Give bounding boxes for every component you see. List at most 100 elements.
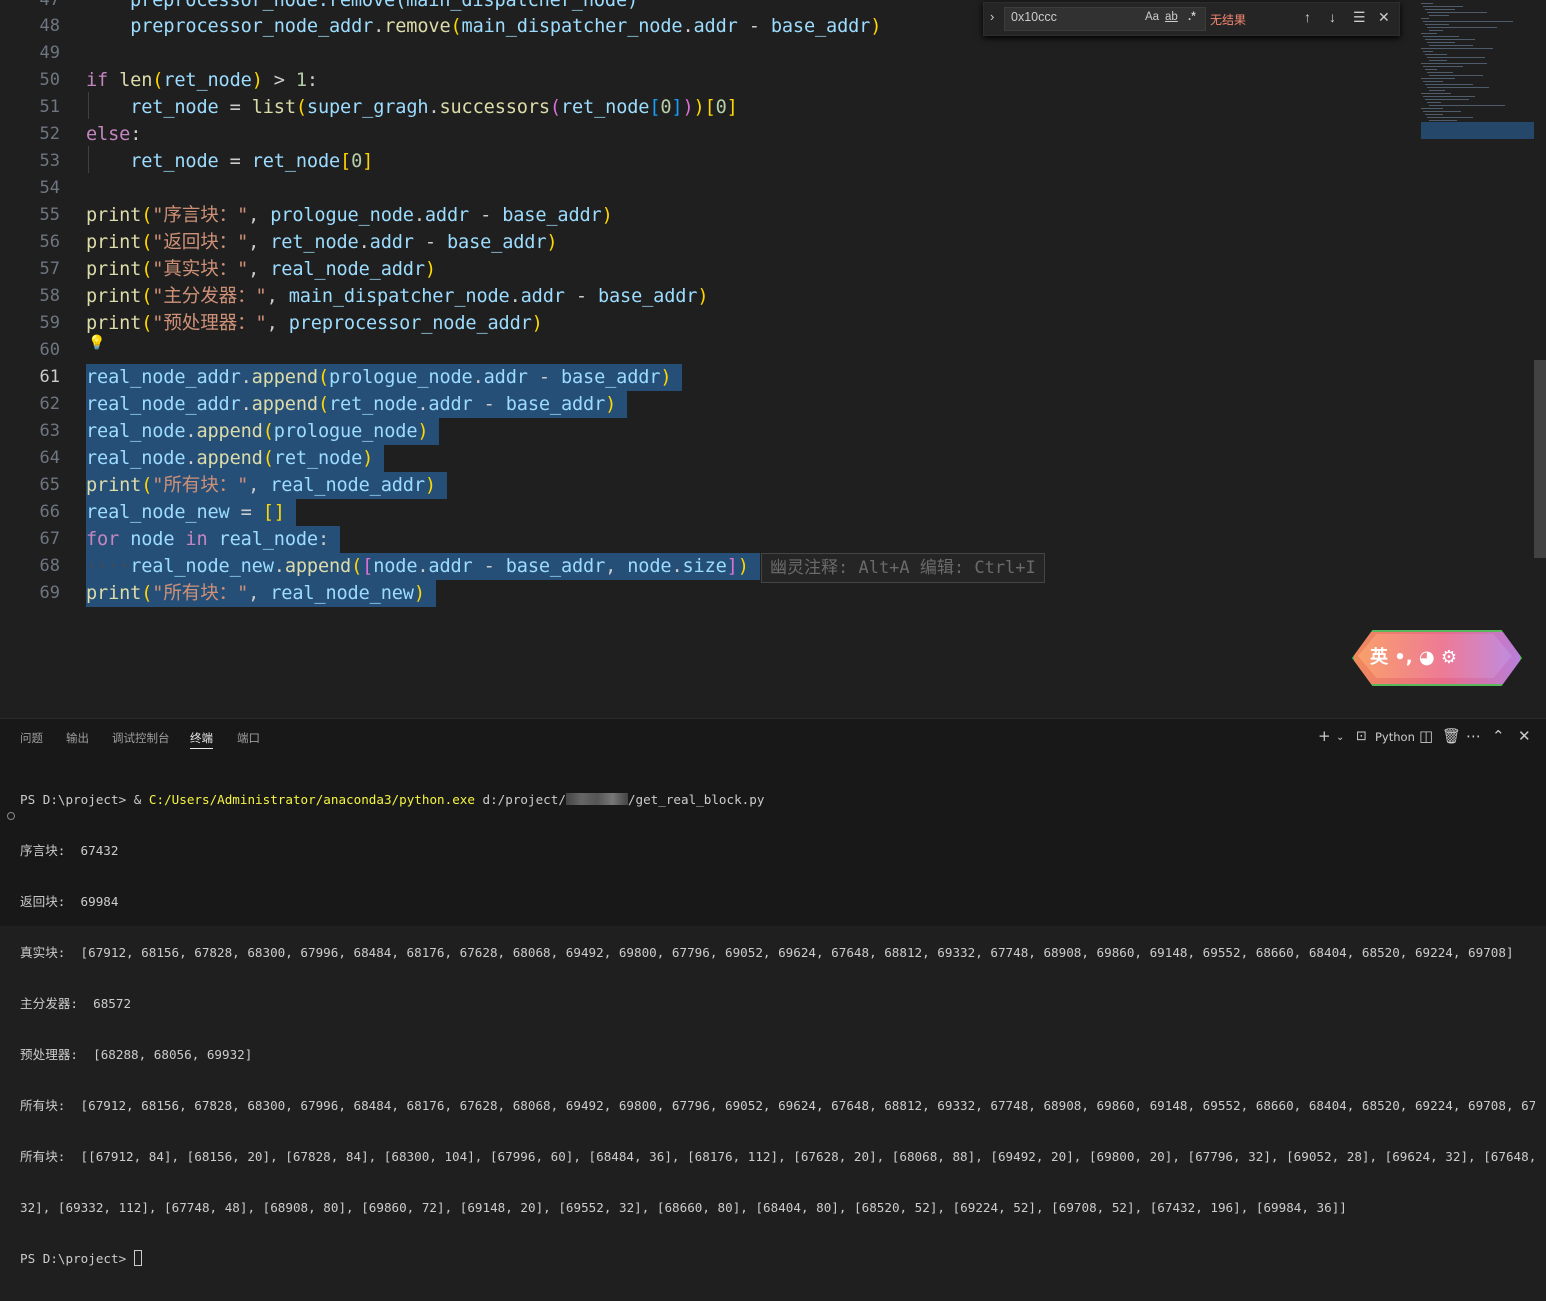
close-icon[interactable]: ✕: [1378, 9, 1390, 26]
match-case-icon[interactable]: Aa: [1145, 11, 1159, 23]
maximize-panel-icon[interactable]: ⌃: [1492, 727, 1505, 745]
code-token: base_addr: [502, 205, 602, 226]
tab-terminal[interactable]: 终端: [190, 730, 213, 749]
selection-padding: [671, 367, 682, 388]
minimap-line: [1423, 66, 1463, 67]
code-token: :: [317, 529, 330, 550]
code-token: .: [185, 448, 197, 469]
code-token: (: [141, 259, 153, 280]
tab-problems[interactable]: 问题: [20, 730, 43, 746]
code-line-69[interactable]: 69 print("所有块：", real_node_new): [0, 580, 1420, 607]
line-number: 60: [39, 340, 60, 360]
vertical-scrollbar[interactable]: [1534, 360, 1546, 558]
more-icon[interactable]: ⋯: [1466, 727, 1481, 745]
code-token: (: [317, 394, 329, 415]
code-line-56[interactable]: 56 print("返回块：", ret_node.addr - base_add…: [0, 229, 1420, 256]
code-token: -: [413, 232, 447, 253]
code-token: ret_node: [273, 448, 363, 469]
code-token: addr: [520, 286, 565, 307]
minimap-slider[interactable]: [1421, 122, 1534, 139]
code-token: else: [86, 124, 131, 145]
code-token: -: [469, 205, 503, 226]
code-token: list: [251, 97, 296, 118]
split-terminal-icon[interactable]: ◫: [1419, 727, 1433, 745]
minimap-line: [1429, 105, 1505, 106]
find-status: 无结果: [1210, 13, 1247, 27]
arrow-down-icon[interactable]: ↓: [1329, 9, 1336, 25]
code-token: "所有块：": [152, 475, 249, 496]
ime-widget-label: 英 •, ◕ ⚙: [1370, 647, 1457, 668]
terminal-output[interactable]: PS D:\project> & C:/Users/Administrator/…: [20, 757, 1535, 1301]
blurred-text: [565, 793, 628, 805]
find-input[interactable]: [1011, 10, 1136, 24]
trash-icon[interactable]: 🗑: [1442, 727, 1461, 745]
code-token: ret_node: [329, 394, 418, 415]
code-token: preprocessor_node_addr: [130, 16, 374, 37]
close-panel-icon[interactable]: ✕: [1518, 727, 1531, 745]
lightbulb-icon[interactable]: 💡: [88, 335, 105, 351]
code-line-49[interactable]: 49: [0, 40, 1420, 67]
code-token: [: [340, 151, 352, 172]
code-token: successors: [439, 97, 550, 118]
tab-debug-console[interactable]: 调试控制台: [112, 730, 170, 746]
code-line-60[interactable]: 60: [0, 337, 1420, 364]
whole-word-icon[interactable]: ab: [1165, 11, 1178, 23]
code-token: ,: [248, 259, 271, 280]
line-number: 50: [39, 70, 60, 90]
code-line-67[interactable]: 67 for node in real_node:: [0, 526, 1420, 553]
find-input-box[interactable]: Aa ab .*: [1004, 7, 1206, 31]
command-decoration-icon[interactable]: [7, 812, 15, 820]
find-in-selection-icon[interactable]: ☰: [1353, 9, 1366, 26]
code-token: base_addr: [505, 394, 606, 415]
terminal-output-line: 序言块: 67432: [20, 843, 119, 858]
minimap-line: [1429, 45, 1473, 46]
code-token: "主分发器：": [152, 286, 267, 307]
line-number: 51: [39, 97, 60, 117]
tab-ports[interactable]: 端口: [237, 730, 260, 746]
add-terminal-icon[interactable]: +: [1318, 727, 1331, 745]
code-token: ): [417, 421, 429, 442]
code-line-68[interactable]: 68 ····real_node_new.append([node.addr - …: [0, 553, 1420, 580]
minimap-line: [1421, 3, 1433, 4]
minimap[interactable]: [1421, 0, 1533, 140]
code-line-50[interactable]: 50 if len(ret_node) > 1:: [0, 67, 1420, 94]
code-token: "返回块：": [152, 232, 249, 253]
code-editor[interactable]: 47 preprocessor_node.remove(main_dispatc…: [0, 0, 1546, 718]
code-line-61[interactable]: 61 real_node_addr.append(prologue_node.ad…: [0, 364, 1420, 391]
minimap-line: [1421, 93, 1451, 94]
code-text: real_node_addr.append(prologue_node.addr…: [86, 364, 683, 391]
minimap-line: [1429, 90, 1445, 91]
code-token: -: [564, 286, 598, 307]
code-line-59[interactable]: 59 print("预处理器：", preprocessor_node_addr): [0, 310, 1420, 337]
code-line-53[interactable]: 53 ret_node = ret_node[0]: [0, 148, 1420, 175]
code-line-52[interactable]: 52 else:: [0, 121, 1420, 148]
code-line-51[interactable]: 51 ret_node = list(super_gragh.successor…: [0, 94, 1420, 121]
code-line-54[interactable]: 54: [0, 175, 1420, 202]
code-token: ret_node: [130, 97, 219, 118]
terminal-name[interactable]: Python: [1375, 730, 1415, 744]
code-text: preprocessor_node_addr.remove(main_dispa…: [86, 13, 881, 40]
chevron-right-icon[interactable]: ›: [990, 9, 994, 24]
line-number: 66: [39, 502, 60, 522]
code-line-62[interactable]: 62 real_node_addr.append(ret_node.addr - …: [0, 391, 1420, 418]
regex-icon[interactable]: .*: [1188, 11, 1196, 23]
arrow-up-icon[interactable]: ↑: [1304, 9, 1311, 25]
terminal-exe-path[interactable]: C:/Users/Administrator/anaconda3/python.…: [149, 792, 475, 807]
code-token: ): [413, 583, 425, 604]
code-text: ret_node = list(super_gragh.successors(r…: [86, 94, 738, 121]
code-token: []: [262, 502, 285, 523]
code-token: .: [185, 421, 197, 442]
tab-output[interactable]: 输出: [66, 730, 89, 746]
code-line-57[interactable]: 57 print("真实块：", real_node_addr): [0, 256, 1420, 283]
code-line-58[interactable]: 58 print("主分发器：", main_dispatcher_node.ad…: [0, 283, 1420, 310]
code-token: ret_node: [270, 232, 359, 253]
code-line-55[interactable]: 55 print("序言块：", prologue_node.addr - bas…: [0, 202, 1420, 229]
code-line-64[interactable]: 64 real_node.append(ret_node): [0, 445, 1420, 472]
chevron-down-icon[interactable]: ⌄: [1336, 732, 1344, 743]
code-text: preprocessor_node.remove(main_dispatcher…: [130, 0, 639, 11]
code-line-65[interactable]: 65 print("所有块：", real_node_addr): [0, 472, 1420, 499]
line-number: 67: [39, 529, 60, 549]
code-line-63[interactable]: 63 real_node.append(prologue_node): [0, 418, 1420, 445]
code-token: ,: [248, 232, 271, 253]
code-line-66[interactable]: 66 real_node_new = []: [0, 499, 1420, 526]
